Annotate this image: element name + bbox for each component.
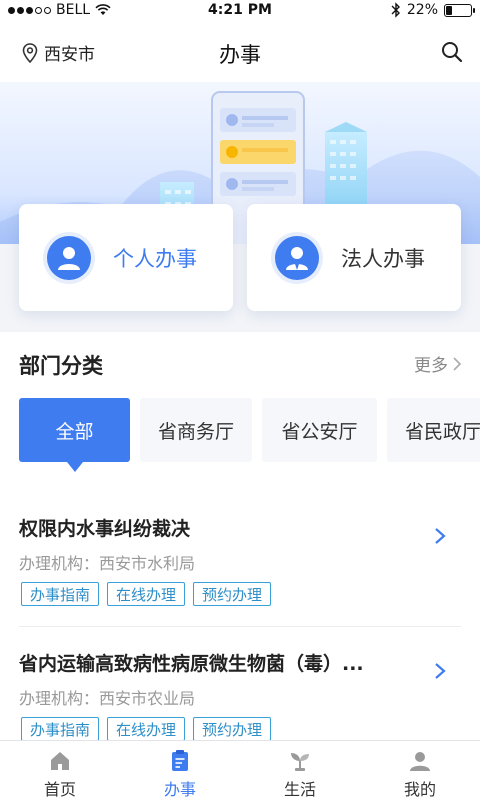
department-section-header: 部门分类 更多 [0, 332, 480, 392]
battery-level [446, 5, 452, 15]
service-tags: 办事指南 在线办理 预约办理 [21, 717, 272, 741]
service-title: 省内运输高致病性病原微生物菌（毒）... [19, 653, 364, 675]
tab-profile-label: 我的 [403, 780, 436, 799]
department-tabs: 全部 省商务厅 省公安厅 省民政厅 [19, 398, 480, 462]
corporate-service-label: 法人办事 [341, 246, 425, 271]
service-type-cards: 个人办事 法人办事 [19, 204, 461, 311]
personal-service-card[interactable]: 个人办事 [19, 204, 233, 311]
nav-bar: 西安市 办事 [0, 22, 480, 82]
section-title: 部门分类 [19, 354, 103, 378]
more-link[interactable]: 更多 [414, 351, 462, 376]
online-tag[interactable]: 在线办理 [107, 717, 186, 741]
more-label: 更多 [414, 356, 448, 376]
personal-service-label: 个人办事 [113, 246, 197, 271]
service-list: 权限内水事纠纷裁决 办理机构：西安市水利局 办事指南 在线办理 预约办理 省内运… [0, 492, 480, 762]
profile-icon [410, 752, 430, 771]
service-tags: 办事指南 在线办理 预约办理 [21, 582, 272, 606]
list-item[interactable]: 权限内水事纠纷裁决 办理机构：西安市水利局 办事指南 在线办理 预约办理 [19, 492, 461, 627]
battery-icon [444, 3, 475, 17]
active-tab-arrow [67, 462, 83, 472]
tab-public-security-label: 省公安厅 [281, 420, 358, 443]
tab-public-security-dept[interactable]: 省公安厅 [262, 398, 377, 462]
search-icon[interactable] [440, 40, 464, 64]
tab-commerce-dept[interactable]: 省商务厅 [140, 398, 252, 462]
tab-all[interactable]: 全部 [19, 398, 130, 462]
guide-tag[interactable]: 办事指南 [21, 582, 100, 606]
tab-life-label: 生活 [283, 780, 316, 799]
chevron-right-icon[interactable] [433, 661, 447, 681]
battery-percent: 22% [406, 2, 438, 18]
online-tag[interactable]: 在线办理 [107, 582, 186, 606]
tab-life[interactable]: 生活 [240, 741, 360, 800]
appointment-tag[interactable]: 预约办理 [193, 582, 272, 606]
tab-service[interactable]: 办事 [120, 741, 240, 800]
tab-home[interactable]: 首页 [0, 741, 120, 800]
status-bar: BELL 4:21 PM 22% [0, 0, 480, 22]
home-icon [51, 752, 69, 770]
tab-home-label: 首页 [43, 780, 76, 799]
guide-tag[interactable]: 办事指南 [21, 717, 100, 741]
bluetooth-icon [391, 2, 400, 18]
tab-service-label: 办事 [163, 780, 196, 799]
tab-civil-affairs-dept[interactable]: 省民政厅 [387, 398, 480, 462]
business-person-icon [271, 231, 323, 284]
life-icon [291, 753, 309, 771]
tab-commerce-label: 省商务厅 [158, 420, 235, 443]
chevron-right-icon [453, 356, 462, 371]
appointment-tag[interactable]: 预约办理 [193, 717, 272, 741]
tab-civil-affairs-label: 省民政厅 [405, 420, 480, 443]
service-org: 办理机构：西安市农业局 [19, 689, 196, 708]
tab-all-label: 全部 [55, 420, 94, 443]
service-title: 权限内水事纠纷裁决 [19, 518, 191, 540]
status-right: 22% [391, 2, 475, 18]
service-icon [172, 750, 188, 771]
service-org: 办理机构：西安市水利局 [19, 554, 196, 573]
chevron-right-icon[interactable] [433, 526, 447, 546]
tab-profile[interactable]: 我的 [360, 741, 480, 800]
person-icon [43, 231, 95, 284]
page-title: 办事 [219, 43, 261, 67]
corporate-service-card[interactable]: 法人办事 [247, 204, 461, 311]
bottom-tab-bar: 首页 办事 生活 我的 [0, 740, 480, 800]
